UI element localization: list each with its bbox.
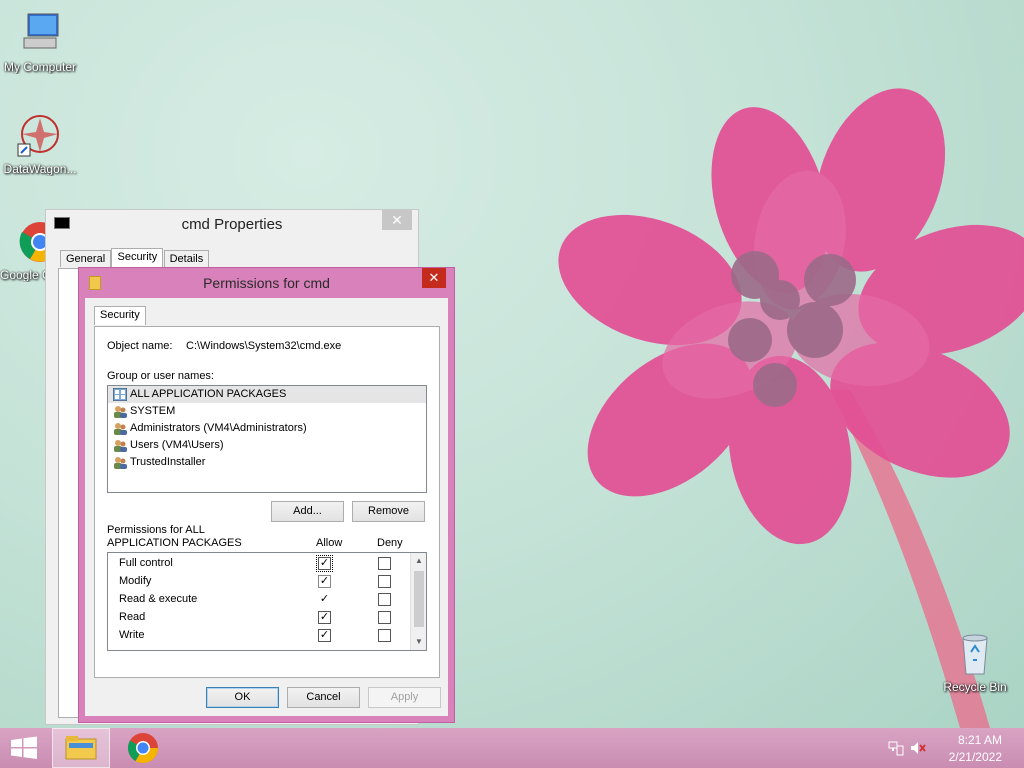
tab-security[interactable]: Security (94, 306, 146, 325)
tab-security[interactable]: Security (111, 248, 164, 267)
dialog-title: Permissions for cmd (203, 275, 330, 291)
permission-row: Full control ✓ (108, 554, 426, 572)
users-icon (114, 457, 127, 469)
group-name: TrustedInstaller (130, 456, 206, 468)
permission-name: Read & execute (119, 593, 198, 605)
security-pane: Object name: C:\Windows\System32\cmd.exe… (94, 326, 440, 678)
object-name-value: C:\Windows\System32\cmd.exe (186, 340, 342, 352)
taskbar: 8:21 AM 2/21/2022 (0, 728, 1024, 768)
allow-checkbox[interactable]: ✓ (318, 575, 331, 588)
scroll-thumb[interactable] (414, 571, 424, 627)
allow-checkbox[interactable]: ✓ (318, 593, 331, 606)
title-bar[interactable]: Permissions for cmd ✕ (79, 268, 454, 298)
network-icon[interactable] (888, 740, 904, 756)
list-item[interactable]: Administrators (VM4\Administrators) (108, 420, 426, 437)
scroll-up-icon[interactable]: ▲ (411, 553, 426, 569)
permissions-label-line2: APPLICATION PACKAGES (107, 537, 242, 549)
deny-checkbox[interactable] (378, 557, 391, 570)
datawagon-icon (16, 112, 64, 160)
permission-row: Read ✓ (108, 608, 426, 626)
list-item[interactable]: SYSTEM (108, 403, 426, 420)
clock-time[interactable]: 8:21 AM (958, 733, 1002, 747)
chrome-icon (127, 733, 158, 764)
permission-name: Full control (119, 557, 173, 569)
apply-button[interactable]: Apply (368, 687, 441, 708)
group-name: Administrators (VM4\Administrators) (130, 422, 307, 434)
scrollbar[interactable]: ▲ ▼ (410, 553, 426, 650)
system-tray: 8:21 AM 2/21/2022 (884, 728, 1024, 768)
add-button[interactable]: Add... (271, 501, 344, 522)
scroll-down-icon[interactable]: ▼ (411, 634, 426, 650)
group-name: ALL APPLICATION PACKAGES (130, 388, 287, 400)
tab-details[interactable]: Details (163, 250, 210, 267)
computer-icon (16, 10, 64, 58)
permission-row: Modify ✓ (108, 572, 426, 590)
dialog-body: Security Object name: C:\Windows\System3… (85, 298, 448, 716)
start-button[interactable] (0, 728, 58, 768)
group-name: Users (VM4\Users) (130, 439, 224, 451)
permissions-label-line1: Permissions for ALL (107, 524, 205, 536)
windows-logo-icon (11, 736, 37, 759)
permissions-list[interactable]: Full control ✓ Modify ✓ Read & execute ✓ (107, 552, 427, 651)
permission-name: Read (119, 611, 146, 623)
deny-checkbox[interactable] (378, 629, 391, 642)
remove-button[interactable]: Remove (352, 501, 425, 522)
allow-checkbox[interactable]: ✓ (318, 629, 331, 642)
desktop-icon-label: Recycle Bin (943, 680, 1007, 694)
group-list[interactable]: ALL APPLICATION PACKAGES SYSTEM Administ… (107, 385, 427, 493)
close-button[interactable]: ✕ (382, 210, 412, 230)
list-item[interactable]: ALL APPLICATION PACKAGES (108, 386, 426, 403)
deny-checkbox[interactable] (378, 575, 391, 588)
chrome-taskbar-button[interactable] (114, 728, 172, 768)
tab-strip: General Security Details (60, 248, 210, 268)
permissions-dialog: Permissions for cmd ✕ Security Object na… (78, 267, 455, 723)
desktop-icon-label: DataWagon... (3, 162, 77, 176)
cancel-button[interactable]: Cancel (287, 687, 360, 708)
permission-row: Write ✓ (108, 626, 426, 644)
desktop-icon-datawagon[interactable]: DataWagon... (0, 112, 80, 176)
permission-name: Modify (119, 575, 152, 587)
tab-strip: Security (94, 306, 146, 325)
file-explorer-taskbar-button[interactable] (52, 728, 110, 768)
close-button[interactable]: ✕ (422, 268, 446, 288)
volume-muted-icon[interactable] (910, 740, 926, 756)
deny-checkbox[interactable] (378, 593, 391, 606)
permission-row: Read & execute ✓ (108, 590, 426, 608)
desktop-icon-label: My Computer (3, 60, 77, 74)
group-names-label: Group or user names: (107, 370, 214, 382)
group-name: SYSTEM (130, 405, 176, 417)
clock-date[interactable]: 2/21/2022 (949, 750, 1002, 764)
allow-checkbox[interactable]: ✓ (318, 611, 331, 624)
title-bar[interactable]: cmd Properties ✕ (46, 210, 418, 240)
window-title: cmd Properties (181, 216, 283, 233)
allow-header: Allow (316, 537, 343, 549)
deny-header: Deny (377, 537, 403, 549)
app-packages-icon (113, 388, 127, 401)
ok-button[interactable]: OK (206, 687, 279, 708)
desktop-icon-my-computer[interactable]: My Computer (0, 10, 80, 74)
list-item[interactable]: TrustedInstaller (108, 454, 426, 471)
folder-icon (65, 736, 97, 760)
list-item[interactable]: Users (VM4\Users) (108, 437, 426, 454)
users-icon (114, 440, 127, 452)
allow-checkbox[interactable]: ✓ (316, 555, 333, 572)
desktop-icon-recycle-bin[interactable]: Recycle Bin (935, 630, 1015, 694)
tab-general[interactable]: General (60, 250, 112, 267)
permission-name: Write (119, 629, 145, 641)
users-icon (114, 423, 127, 435)
deny-checkbox[interactable] (378, 611, 391, 624)
users-icon (114, 406, 127, 418)
recycle-bin-icon (951, 630, 999, 678)
object-name-label: Object name: (107, 340, 173, 352)
